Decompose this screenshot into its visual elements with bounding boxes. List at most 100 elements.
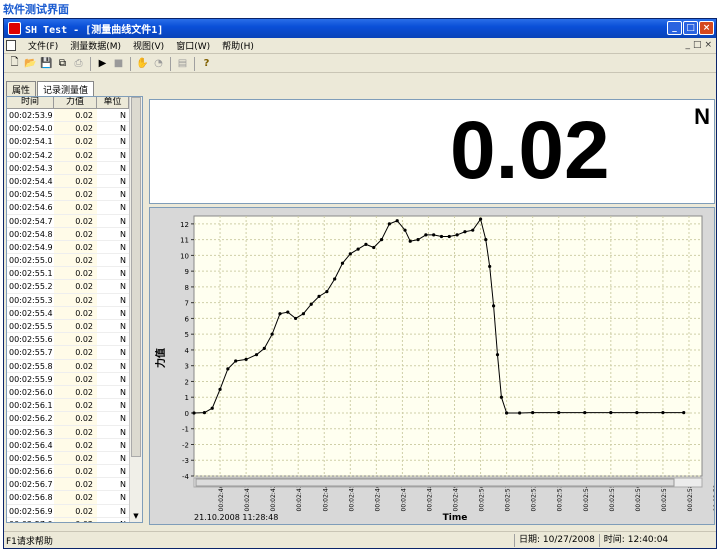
table-row[interactable]: 00:02:55.6 0.02 N bbox=[7, 333, 142, 347]
open-folder-icon[interactable]: 📂 bbox=[24, 57, 37, 70]
column-header-unit[interactable]: 单位 bbox=[97, 97, 129, 108]
scroll-down-icon[interactable]: ▼ bbox=[131, 511, 141, 521]
hand-icon[interactable]: ✋ bbox=[136, 57, 149, 70]
status-date-cell: 日期: 10/27/2008 bbox=[514, 533, 599, 547]
menu-window[interactable]: 窗口(W) bbox=[170, 39, 216, 52]
status-date-label: 日期: bbox=[519, 534, 541, 545]
table-row[interactable]: 00:02:54.0 0.02 N bbox=[7, 122, 142, 136]
table-row[interactable]: 00:02:55.7 0.02 N bbox=[7, 346, 142, 360]
table-row[interactable]: 00:02:56.4 0.02 N bbox=[7, 438, 142, 452]
title-bar: SH Test - [测量曲线文件1] _ □ × bbox=[4, 19, 716, 38]
cell-unit: N bbox=[120, 216, 126, 226]
data-point bbox=[661, 411, 665, 415]
scrollbar-thumb[interactable] bbox=[131, 97, 141, 457]
force-readout-unit: N bbox=[694, 104, 710, 129]
table-row[interactable]: 00:02:56.1 0.02 N bbox=[7, 399, 142, 413]
table-row[interactable]: 00:02:55.0 0.02 N bbox=[7, 254, 142, 268]
mdi-restore-button[interactable]: □ bbox=[693, 40, 702, 50]
x-tick-label: 00:02:55 bbox=[609, 484, 616, 511]
table-row[interactable]: 00:02:55.2 0.02 N bbox=[7, 280, 142, 294]
mdi-minimize-button[interactable]: _ bbox=[685, 40, 690, 50]
cell-force: 0.02 bbox=[54, 504, 97, 517]
table-row[interactable]: 00:02:55.1 0.02 N bbox=[7, 267, 142, 281]
play-icon[interactable]: ▶ bbox=[96, 57, 109, 70]
table-row[interactable]: 00:02:54.4 0.02 N bbox=[7, 174, 142, 189]
table-row[interactable]: 00:02:54.2 0.02 N bbox=[7, 148, 142, 162]
cell-time: 00:02:54.3 bbox=[9, 163, 53, 173]
menu-file[interactable]: 文件(F) bbox=[22, 39, 64, 52]
data-point bbox=[403, 228, 407, 232]
x-tick-label: 00:02:47 bbox=[400, 484, 407, 511]
table-row[interactable]: 00:02:56.8 0.02 N bbox=[7, 491, 142, 505]
table-row[interactable]: 00:02:54.1 0.02 N bbox=[7, 135, 142, 149]
column-header-force[interactable]: 力值 bbox=[54, 97, 97, 108]
table-icon[interactable]: ▤ bbox=[176, 57, 189, 70]
table-row[interactable]: 00:02:56.3 0.02 N bbox=[7, 425, 142, 439]
table-row[interactable]: 00:02:56.5 0.02 N bbox=[7, 451, 142, 466]
help-icon[interactable]: ? bbox=[200, 57, 213, 70]
data-point bbox=[226, 367, 230, 371]
table-row[interactable]: 00:02:54.7 0.02 N bbox=[7, 214, 142, 228]
cell-time: 00:02:54.0 bbox=[9, 124, 53, 134]
stop-icon[interactable]: ■ bbox=[112, 57, 125, 70]
cell-unit: N bbox=[120, 203, 126, 213]
cell-time: 00:02:54.2 bbox=[9, 150, 53, 160]
data-point bbox=[682, 411, 686, 415]
table-row[interactable]: 00:02:54.3 0.02 N bbox=[7, 161, 142, 175]
mdi-close-button[interactable]: × bbox=[704, 40, 712, 50]
table-row[interactable]: 00:02:54.9 0.02 N bbox=[7, 240, 142, 255]
table-row[interactable]: 00:02:55.3 0.02 N bbox=[7, 293, 142, 307]
tab-properties[interactable]: 属性 bbox=[6, 81, 37, 96]
table-row[interactable]: 00:02:56.7 0.02 N bbox=[7, 478, 142, 492]
table-row[interactable]: 00:02:53.9 0.02 N bbox=[7, 109, 142, 123]
column-header-time[interactable]: 时间 bbox=[7, 97, 54, 108]
data-point bbox=[333, 277, 337, 281]
menu-view[interactable]: 视图(V) bbox=[127, 39, 170, 52]
menu-help[interactable]: 帮助(H) bbox=[216, 39, 260, 52]
data-point bbox=[192, 411, 196, 415]
table-row[interactable]: 00:02:54.5 0.02 N bbox=[7, 188, 142, 202]
cell-time: 00:02:56.4 bbox=[9, 440, 53, 450]
cell-force: 0.02 bbox=[54, 201, 97, 214]
cell-force: 0.02 bbox=[54, 293, 97, 306]
y-tick-label: -2 bbox=[182, 441, 189, 449]
table-row[interactable]: 00:02:57.00.02N bbox=[7, 517, 142, 522]
cell-unit: N bbox=[120, 387, 126, 397]
print-icon[interactable]: ⎙ bbox=[72, 57, 85, 70]
table-row[interactable]: 00:02:55.4 0.02 N bbox=[7, 306, 142, 320]
table-row[interactable]: 00:02:54.6 0.02 N bbox=[7, 201, 142, 215]
table-row[interactable]: 00:02:56.2 0.02 N bbox=[7, 412, 142, 426]
table-row[interactable]: 00:02:55.5 0.02 N bbox=[7, 320, 142, 334]
table-row[interactable]: 00:02:55.9 0.02 N bbox=[7, 372, 142, 386]
cell-unit: N bbox=[120, 137, 126, 147]
menu-measure-data[interactable]: 测量数据(M) bbox=[64, 39, 127, 52]
table-row[interactable]: 00:02:55.8 0.02 N bbox=[7, 359, 142, 373]
screenshot-caption: 软件测试界面 bbox=[3, 3, 69, 16]
table-row[interactable]: 00:02:54.8 0.02 N bbox=[7, 227, 142, 241]
close-button[interactable]: × bbox=[699, 21, 714, 35]
new-file-icon[interactable]: 🗋 bbox=[8, 57, 21, 70]
force-time-chart: -4 -3 -2 -1 0 1 2 3 4 5 6 7 8 9 10 11 12 00:02:40 00:02:41… bbox=[149, 207, 720, 525]
table-scrollbar[interactable]: ▼ bbox=[129, 97, 142, 522]
data-point bbox=[531, 411, 535, 415]
cell-unit: N bbox=[120, 111, 126, 120]
cell-unit: N bbox=[120, 295, 126, 305]
x-tick-label: 00:02:48 bbox=[426, 484, 433, 511]
timer-icon[interactable]: ◔ bbox=[152, 57, 165, 70]
force-readout-value: 0.02 bbox=[450, 105, 610, 196]
copy-icon[interactable]: ⧉ bbox=[56, 57, 69, 70]
cell-force: 0.02 bbox=[54, 320, 97, 333]
tab-recorded-values[interactable]: 记录测量值 bbox=[37, 81, 95, 96]
minimize-button[interactable]: _ bbox=[667, 21, 682, 35]
maximize-button[interactable]: □ bbox=[683, 21, 698, 35]
cell-unit: N bbox=[120, 242, 126, 252]
data-point bbox=[294, 316, 298, 321]
document-icon[interactable] bbox=[6, 40, 16, 51]
cell-force: 0.02 bbox=[54, 412, 97, 425]
table-row[interactable]: 00:02:56.0 0.02 N bbox=[7, 385, 142, 400]
table-row[interactable]: 00:02:56.9 0.02 N bbox=[7, 504, 142, 518]
cell-force: 0.02 bbox=[54, 372, 97, 385]
table-row[interactable]: 00:02:56.6 0.02 N bbox=[7, 465, 142, 479]
save-icon[interactable]: 💾 bbox=[40, 57, 53, 70]
cell-time: 00:02:54.5 bbox=[9, 190, 53, 200]
